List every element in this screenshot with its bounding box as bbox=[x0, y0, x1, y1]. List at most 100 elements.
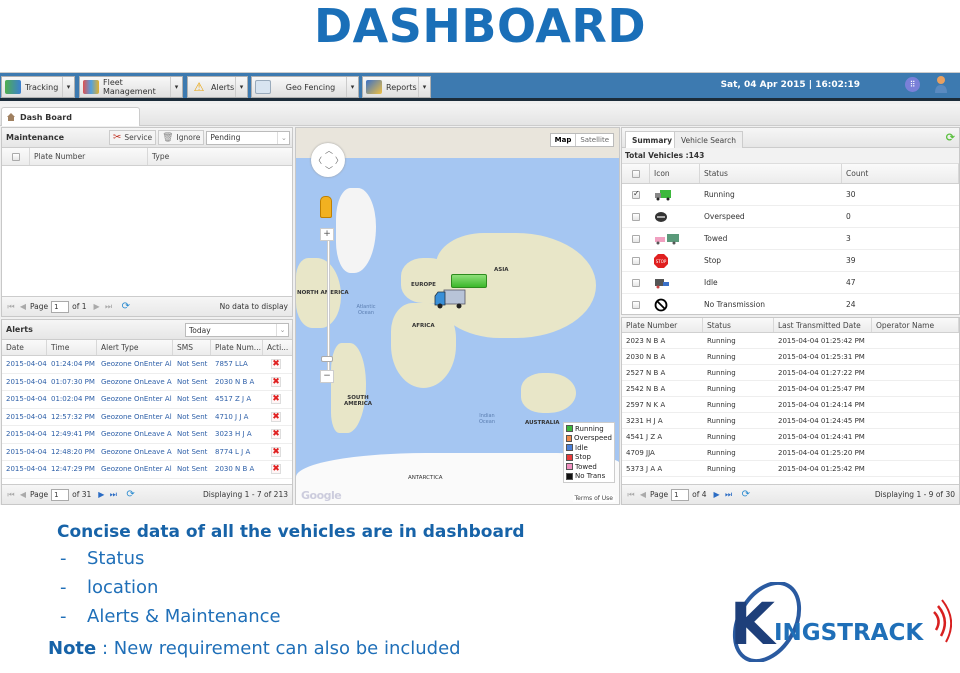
prev-page-icon[interactable]: ◀ bbox=[18, 302, 28, 311]
terms-of-use-link[interactable]: Terms of Use bbox=[572, 495, 615, 502]
column-header[interactable]: Status bbox=[700, 164, 842, 183]
next-page-icon[interactable]: ▶ bbox=[712, 490, 722, 499]
map-view[interactable]: NORTH AMERICA SOUTH AMERICA EUROPE AFRIC… bbox=[295, 127, 620, 505]
menu-fleet-management[interactable]: Fleet Management ▾ bbox=[79, 76, 183, 98]
status-summary-row[interactable]: No Transmission 24 bbox=[622, 294, 959, 316]
vehicle-row[interactable]: 4541 J Z A Running 2015-04-04 01:24:41 PM bbox=[622, 429, 959, 445]
tab-vehicle-search[interactable]: Vehicle Search bbox=[674, 131, 743, 148]
chevron-down-icon[interactable]: ▾ bbox=[170, 77, 182, 97]
last-page-icon[interactable]: ⏭ bbox=[108, 490, 118, 500]
page-input[interactable]: 1 bbox=[671, 488, 690, 501]
last-page-icon[interactable]: ⏭ bbox=[724, 490, 734, 500]
apps-grid-icon[interactable]: ⠿ bbox=[905, 77, 920, 92]
delete-alert-icon[interactable]: ✖ bbox=[271, 411, 281, 422]
status-summary-row[interactable]: STOP Stop 39 bbox=[622, 250, 959, 272]
column-header[interactable]: Type bbox=[148, 148, 292, 165]
vehicle-row[interactable]: 2030 N B A Running 2015-04-04 01:25:31 PM bbox=[622, 349, 959, 365]
first-page-icon[interactable]: ⏮ bbox=[6, 302, 16, 312]
zoom-slider-handle[interactable] bbox=[321, 356, 333, 362]
alert-row[interactable]: 2015-04-04 12:47:29 PM Geozone OnEnter Al N… bbox=[2, 461, 292, 479]
refresh-icon[interactable]: ⟳ bbox=[126, 489, 134, 500]
row-checkbox[interactable] bbox=[632, 189, 640, 199]
zoom-out-button[interactable]: − bbox=[320, 370, 334, 383]
zoom-slider-track[interactable] bbox=[327, 228, 330, 373]
map-type-map-button[interactable]: Map bbox=[551, 134, 577, 146]
alerts-filter-select[interactable]: Today ⌄ bbox=[185, 323, 289, 337]
status-summary-row[interactable]: Idle 47 bbox=[622, 272, 959, 294]
pan-down-icon[interactable]: ﹀ bbox=[325, 165, 333, 176]
pan-up-icon[interactable]: ︿ bbox=[325, 145, 333, 156]
column-header[interactable]: Plate Num... bbox=[211, 340, 263, 355]
delete-alert-icon[interactable]: ✖ bbox=[271, 446, 281, 457]
alert-row[interactable]: 2015-04-04 01:24:04 PM Geozone OnEnter Al N… bbox=[2, 356, 292, 374]
vehicle-row[interactable]: 3231 H J A Running 2015-04-04 01:24:45 PM bbox=[622, 413, 959, 429]
row-checkbox[interactable] bbox=[632, 234, 640, 243]
map-type-satellite-button[interactable]: Satellite bbox=[576, 134, 613, 146]
vehicle-marker-label[interactable] bbox=[451, 274, 487, 288]
menu-reports[interactable]: Reports ▾ bbox=[362, 76, 431, 98]
pan-left-icon[interactable]: 〈 bbox=[314, 155, 322, 166]
delete-alert-icon[interactable]: ✖ bbox=[271, 376, 281, 387]
first-page-icon[interactable]: ⏮ bbox=[626, 490, 636, 500]
alert-row[interactable]: 2015-04-04 01:02:04 PM Geozone OnEnter Al N… bbox=[2, 391, 292, 409]
status-summary-row[interactable]: Running 30 bbox=[622, 184, 959, 206]
vehicle-row[interactable]: 2527 N B A Running 2015-04-04 01:27:22 PM bbox=[622, 365, 959, 381]
prev-page-icon[interactable]: ◀ bbox=[638, 490, 648, 499]
refresh-icon[interactable]: ⟳ bbox=[946, 131, 955, 144]
refresh-icon[interactable]: ⟳ bbox=[742, 489, 750, 500]
page-input[interactable]: 1 bbox=[51, 300, 70, 313]
maintenance-filter-select[interactable]: Pending ⌄ bbox=[206, 130, 291, 145]
street-view-pegman-icon[interactable] bbox=[320, 196, 332, 218]
column-header[interactable]: Operator Name bbox=[872, 318, 959, 332]
select-all-checkbox[interactable] bbox=[631, 169, 640, 178]
pan-control[interactable]: ︿ 〈 〉 ﹀ bbox=[311, 143, 345, 177]
user-avatar-icon[interactable] bbox=[934, 75, 948, 93]
vehicle-row[interactable]: 5373 J A A Running 2015-04-04 01:25:42 PM bbox=[622, 461, 959, 477]
row-checkbox[interactable] bbox=[632, 300, 640, 309]
delete-alert-icon[interactable]: ✖ bbox=[271, 429, 281, 440]
service-button[interactable]: ✂ Service bbox=[109, 130, 157, 145]
tab-summary[interactable]: Summary bbox=[625, 131, 680, 148]
delete-alert-icon[interactable]: ✖ bbox=[271, 394, 281, 405]
column-header[interactable]: Last Transmitted Date bbox=[774, 318, 872, 332]
column-header[interactable]: SMS bbox=[173, 340, 211, 355]
chevron-down-icon[interactable]: ▾ bbox=[235, 77, 247, 97]
status-summary-row[interactable]: Towed 3 bbox=[622, 228, 959, 250]
column-header[interactable]: Plate Number bbox=[622, 318, 703, 332]
status-summary-row[interactable]: Overspeed 0 bbox=[622, 206, 959, 228]
vehicle-row[interactable]: 2597 N K A Running 2015-04-04 01:24:14 PM bbox=[622, 397, 959, 413]
column-header[interactable]: Date bbox=[2, 340, 47, 355]
menu-geo-fencing[interactable]: Geo Fencing ▾ bbox=[251, 76, 359, 98]
last-page-icon[interactable]: ⏭ bbox=[104, 302, 114, 312]
chevron-down-icon[interactable]: ▾ bbox=[62, 77, 74, 97]
delete-alert-icon[interactable]: ✖ bbox=[271, 359, 281, 370]
vehicle-row[interactable]: 2542 N B A Running 2015-04-04 01:25:47 PM bbox=[622, 381, 959, 397]
row-checkbox[interactable] bbox=[632, 212, 640, 221]
pan-right-icon[interactable]: 〉 bbox=[335, 155, 343, 166]
column-header[interactable]: Alert Type bbox=[97, 340, 173, 355]
alert-row[interactable]: 2015-04-04 12:49:41 PM Geozone OnLeave A No… bbox=[2, 426, 292, 444]
column-header[interactable]: Status bbox=[703, 318, 774, 332]
column-header[interactable]: Time bbox=[47, 340, 97, 355]
first-page-icon[interactable]: ⏮ bbox=[6, 490, 16, 500]
zoom-in-button[interactable]: + bbox=[320, 228, 334, 241]
chevron-down-icon[interactable]: ▾ bbox=[418, 77, 430, 97]
delete-alert-icon[interactable]: ✖ bbox=[271, 464, 281, 475]
column-header[interactable]: Icon bbox=[650, 164, 700, 183]
vehicle-row[interactable]: 4709 JJA Running 2015-04-04 01:25:20 PM bbox=[622, 445, 959, 461]
column-header[interactable]: Acti... bbox=[263, 340, 292, 355]
prev-page-icon[interactable]: ◀ bbox=[18, 490, 28, 499]
tab-dashboard[interactable]: Dash Board bbox=[1, 107, 140, 126]
menu-alerts[interactable]: ⚠ Alerts ▾ bbox=[187, 76, 248, 98]
select-all-checkbox[interactable] bbox=[11, 152, 20, 161]
vehicle-row[interactable]: 2023 N B A Running 2015-04-04 01:25:42 PM bbox=[622, 333, 959, 349]
alert-row[interactable]: 2015-04-04 01:07:30 PM Geozone OnLeave A No… bbox=[2, 374, 292, 391]
menu-tracking[interactable]: Tracking ▾ bbox=[1, 76, 75, 98]
alert-row[interactable]: 2015-04-04 12:48:20 PM Geozone OnLeave A No… bbox=[2, 444, 292, 461]
refresh-icon[interactable]: ⟳ bbox=[122, 301, 130, 312]
ignore-button[interactable]: 🗑 Ignore bbox=[158, 130, 205, 145]
next-page-icon[interactable]: ▶ bbox=[92, 302, 102, 311]
row-checkbox[interactable] bbox=[632, 278, 640, 287]
alert-row[interactable]: 2015-04-04 12:57:32 PM Geozone OnEnter Al N… bbox=[2, 409, 292, 426]
column-header[interactable]: Plate Number bbox=[30, 148, 148, 165]
